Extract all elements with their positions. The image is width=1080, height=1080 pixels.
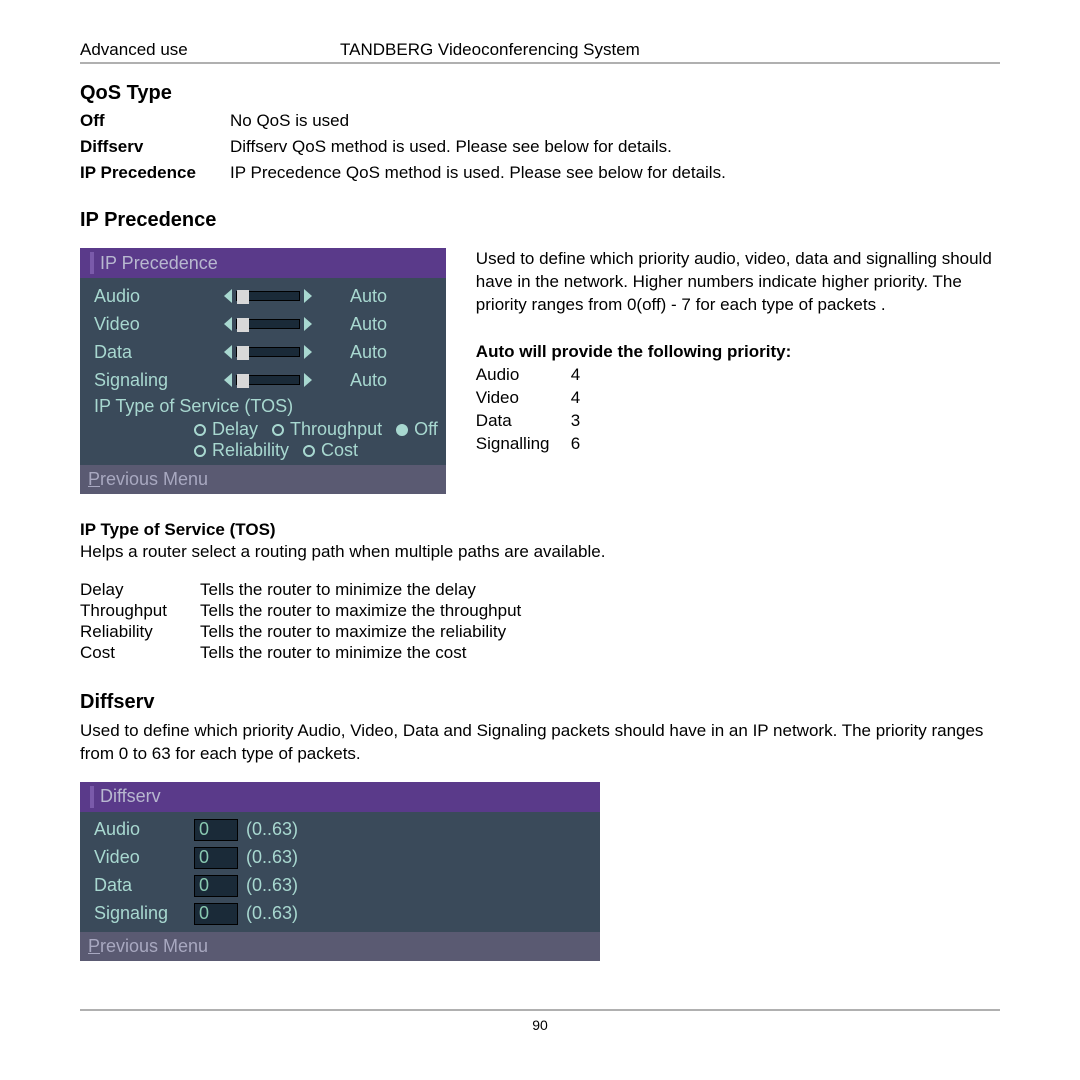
- chevron-right-icon[interactable]: [304, 289, 312, 303]
- qos-ipprec-desc: IP Precedence QoS method is used. Please…: [230, 163, 726, 183]
- diff-video-range: (0..63): [246, 847, 298, 868]
- tos-reliability-radio[interactable]: Reliability: [194, 440, 289, 461]
- tos-delay-label: Delay: [212, 419, 258, 440]
- diff-video-label: Video: [94, 847, 194, 868]
- radio-on-icon: [396, 424, 408, 436]
- ip-tos-subheading: IP Type of Service (TOS): [94, 394, 438, 419]
- diff-signaling-label: Signaling: [94, 903, 194, 924]
- ip-audio-value: Auto: [350, 286, 387, 307]
- chevron-left-icon[interactable]: [224, 317, 232, 331]
- tos-throughput-desc: Tells the router to maximize the through…: [200, 601, 521, 621]
- chevron-left-icon[interactable]: [224, 373, 232, 387]
- tos-throughput-radio[interactable]: Throughput: [272, 419, 382, 440]
- ip-data-value: Auto: [350, 342, 387, 363]
- auto-signalling-label: Signalling: [476, 433, 571, 456]
- tos-delay-term: Delay: [80, 580, 200, 600]
- auto-priority-heading: Auto will provide the following priority…: [476, 341, 1000, 364]
- auto-audio-value: 4: [571, 364, 580, 387]
- tos-delay-desc: Tells the router to minimize the delay: [200, 580, 476, 600]
- diff-audio-range: (0..63): [246, 819, 298, 840]
- tos-cost-radio[interactable]: Cost: [303, 440, 358, 461]
- tos-cost-term: Cost: [80, 643, 200, 663]
- auto-signalling-value: 6: [571, 433, 580, 456]
- tos-heading: IP Type of Service (TOS): [80, 520, 1000, 540]
- tos-reliability-desc: Tells the router to maximize the reliabi…: [200, 622, 506, 642]
- qos-diffserv-desc: Diffserv QoS method is used. Please see …: [230, 137, 672, 157]
- chevron-left-icon[interactable]: [224, 289, 232, 303]
- diff-signaling-range: (0..63): [246, 903, 298, 924]
- diffserv-panel: Diffserv Audio0(0..63) Video0(0..63) Dat…: [80, 782, 600, 961]
- ip-signaling-value: Auto: [350, 370, 387, 391]
- tos-off-radio[interactable]: Off: [396, 419, 438, 440]
- ip-precedence-description: Used to define which priority audio, vid…: [476, 248, 1000, 317]
- chevron-right-icon[interactable]: [304, 345, 312, 359]
- diffserv-heading: Diffserv: [80, 691, 1000, 714]
- qos-type-heading: QoS Type: [80, 82, 1000, 105]
- qos-off-desc: No QoS is used: [230, 111, 349, 131]
- radio-off-icon: [272, 424, 284, 436]
- tos-cost-desc: Tells the router to minimize the cost: [200, 643, 466, 663]
- diff-data-label: Data: [94, 875, 194, 896]
- header-product: TANDBERG Videoconferencing System: [340, 40, 640, 60]
- chevron-right-icon[interactable]: [304, 373, 312, 387]
- tos-cost-label: Cost: [321, 440, 358, 461]
- ip-precedence-panel: IP Precedence Audio Auto Video Auto Data…: [80, 248, 446, 494]
- radio-off-icon: [194, 424, 206, 436]
- diff-audio-label: Audio: [94, 819, 194, 840]
- ip-data-label: Data: [94, 342, 224, 363]
- ip-video-value: Auto: [350, 314, 387, 335]
- qos-ipprec-term: IP Precedence: [80, 163, 230, 183]
- chevron-left-icon[interactable]: [224, 345, 232, 359]
- radio-off-icon: [194, 445, 206, 457]
- qos-off-term: Off: [80, 111, 230, 131]
- tos-throughput-label: Throughput: [290, 419, 382, 440]
- ip-audio-slider[interactable]: [224, 289, 344, 303]
- auto-audio-label: Audio: [476, 364, 571, 387]
- diff-data-input[interactable]: 0: [194, 875, 238, 897]
- tos-delay-radio[interactable]: Delay: [194, 419, 258, 440]
- ip-precedence-heading: IP Precedence: [80, 209, 1000, 232]
- header-section: Advanced use: [80, 40, 340, 60]
- diff-video-input[interactable]: 0: [194, 847, 238, 869]
- ip-video-label: Video: [94, 314, 224, 335]
- page-number: 90: [80, 1009, 1000, 1033]
- tos-reliability-label: Reliability: [212, 440, 289, 461]
- tos-throughput-term: Throughput: [80, 601, 200, 621]
- qos-diffserv-term: Diffserv: [80, 137, 230, 157]
- tos-description: Helps a router select a routing path whe…: [80, 542, 1000, 562]
- auto-video-value: 4: [571, 387, 580, 410]
- ip-precedence-panel-title: IP Precedence: [80, 248, 446, 278]
- diff-data-range: (0..63): [246, 875, 298, 896]
- auto-video-label: Video: [476, 387, 571, 410]
- radio-off-icon: [303, 445, 315, 457]
- tos-off-label: Off: [414, 419, 438, 440]
- auto-data-label: Data: [476, 410, 571, 433]
- ip-audio-label: Audio: [94, 286, 224, 307]
- tos-reliability-term: Reliability: [80, 622, 200, 642]
- ip-data-slider[interactable]: [224, 345, 344, 359]
- ip-video-slider[interactable]: [224, 317, 344, 331]
- ip-signaling-label: Signaling: [94, 370, 224, 391]
- diffserv-description: Used to define which priority Audio, Vid…: [80, 720, 1000, 766]
- diff-previous-menu[interactable]: Previous Menu: [80, 932, 600, 961]
- diffserv-panel-title: Diffserv: [80, 782, 600, 812]
- diff-audio-input[interactable]: 0: [194, 819, 238, 841]
- chevron-right-icon[interactable]: [304, 317, 312, 331]
- ip-signaling-slider[interactable]: [224, 373, 344, 387]
- ip-previous-menu[interactable]: Previous Menu: [80, 465, 446, 494]
- auto-data-value: 3: [571, 410, 580, 433]
- diff-signaling-input[interactable]: 0: [194, 903, 238, 925]
